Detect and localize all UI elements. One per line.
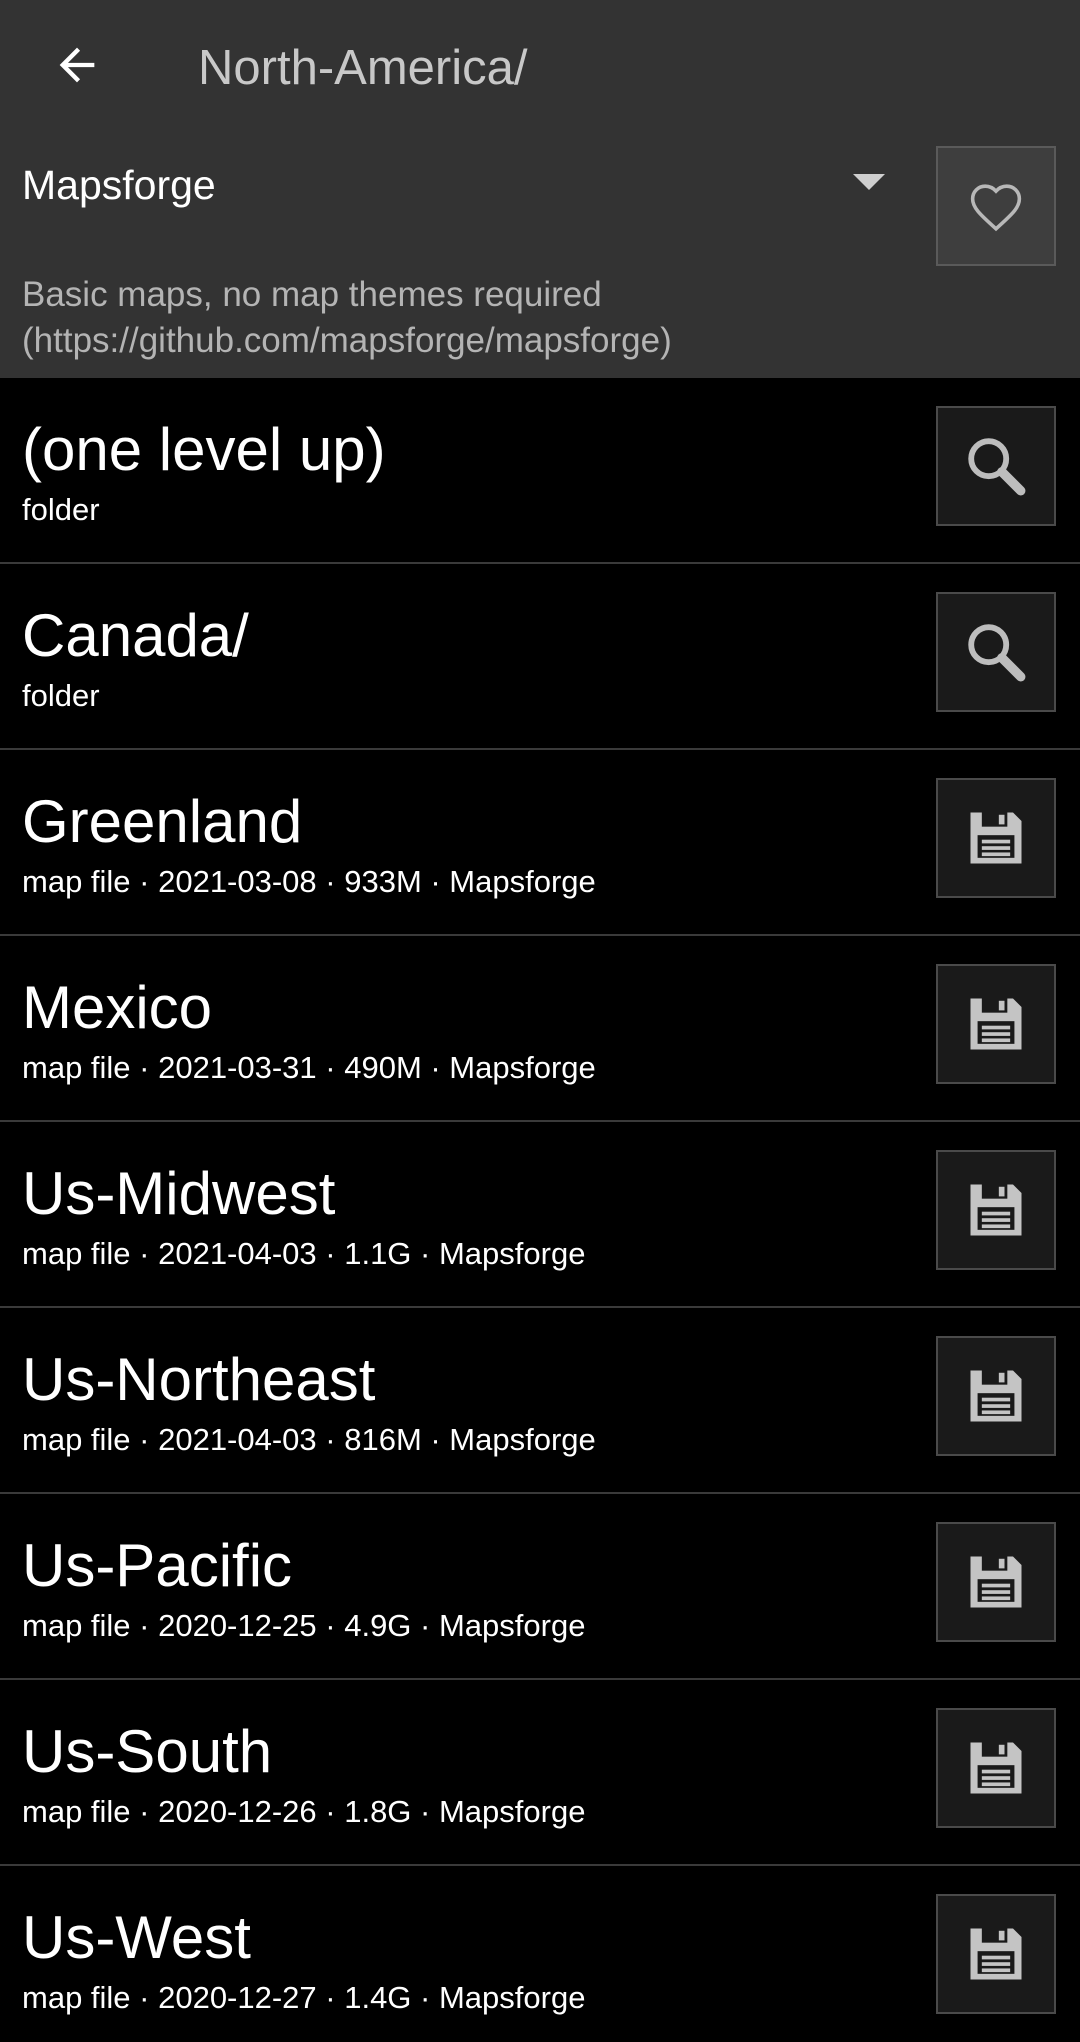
list-item-subtitle: folder [22,492,100,527]
arrow-left-icon [59,47,95,83]
map-source-selected: Mapsforge [22,162,216,208]
list-item-title: Canada/ [22,602,249,669]
download-map-button[interactable] [936,1522,1056,1642]
download-map-button[interactable] [936,1708,1056,1828]
list-item-us-pacific[interactable]: Us-Pacific map file · 2020-12-25 · 4.9G … [0,1494,1080,1680]
map-source-dropdown[interactable]: Mapsforge [0,140,910,240]
search-icon [968,438,1026,496]
list-item-subtitle: map file · 2020-12-26 · 1.8G · Mapsforge [22,1794,586,1829]
list-item-title: Us-Pacific [22,1532,293,1599]
save-icon [970,1928,1022,1980]
list-item-subtitle: map file · 2020-12-27 · 1.4G · Mapsforge [22,1980,586,2015]
list-item-title: Us-West [22,1904,251,1971]
save-icon [970,998,1022,1050]
download-map-button[interactable] [936,964,1056,1084]
map-file-list: (one level up) folder Canada/ folder Gre… [0,378,1080,2042]
map-source-description: Basic maps, no map themes required (http… [22,272,1052,364]
save-icon [970,812,1022,864]
download-map-button[interactable] [936,1150,1056,1270]
download-map-button[interactable] [936,1336,1056,1456]
list-item-us-west[interactable]: Us-West map file · 2020-12-27 · 1.4G · M… [0,1866,1080,2042]
list-item-title: (one level up) [22,416,386,483]
list-item-title: Mexico [22,974,213,1041]
list-item-title: Us-Northeast [22,1346,376,1413]
map-download-screen: North-America/ Mapsforge Basic maps, no … [0,0,1080,2042]
save-icon [970,1556,1022,1608]
favorite-button[interactable] [936,146,1056,266]
list-item-canada[interactable]: Canada/ folder [0,564,1080,750]
download-map-button[interactable] [936,778,1056,898]
list-item-us-northeast[interactable]: Us-Northeast map file · 2021-04-03 · 816… [0,1308,1080,1494]
list-item-subtitle: map file · 2021-03-31 · 490M · Mapsforge [22,1050,596,1085]
save-icon [970,1370,1022,1422]
search-icon [968,624,1026,682]
list-item-greenland[interactable]: Greenland map file · 2021-03-08 · 933M ·… [0,750,1080,936]
description-line-2: (https://github.com/mapsforge/mapsforge) [22,321,672,360]
save-icon [970,1742,1022,1794]
browse-folder-button[interactable] [936,406,1056,526]
list-item-subtitle: map file · 2020-12-25 · 4.9G · Mapsforge [22,1608,586,1643]
back-button[interactable] [42,30,112,100]
download-map-button[interactable] [936,1894,1056,2014]
list-item-subtitle: folder [22,678,100,713]
save-icon [970,1184,1022,1236]
list-item-subtitle: map file · 2021-03-08 · 933M · Mapsforge [22,864,596,899]
list-item-us-south[interactable]: Us-South map file · 2020-12-26 · 1.8G · … [0,1680,1080,1866]
heart-outline-icon [970,184,1022,232]
page-title: North-America/ [198,41,528,95]
header: North-America/ Mapsforge Basic maps, no … [0,0,1080,378]
caret-down-icon [853,174,885,190]
list-item-subtitle: map file · 2021-04-03 · 816M · Mapsforge [22,1422,596,1457]
list-item-title: Greenland [22,788,303,855]
description-line-1: Basic maps, no map themes required [22,275,602,314]
list-item-us-midwest[interactable]: Us-Midwest map file · 2021-04-03 · 1.1G … [0,1122,1080,1308]
list-item-title: Us-South [22,1718,273,1785]
list-item-title: Us-Midwest [22,1160,336,1227]
browse-folder-button[interactable] [936,592,1056,712]
list-item-mexico[interactable]: Mexico map file · 2021-03-31 · 490M · Ma… [0,936,1080,1122]
list-item-one-level-up[interactable]: (one level up) folder [0,378,1080,564]
list-item-subtitle: map file · 2021-04-03 · 1.1G · Mapsforge [22,1236,586,1271]
